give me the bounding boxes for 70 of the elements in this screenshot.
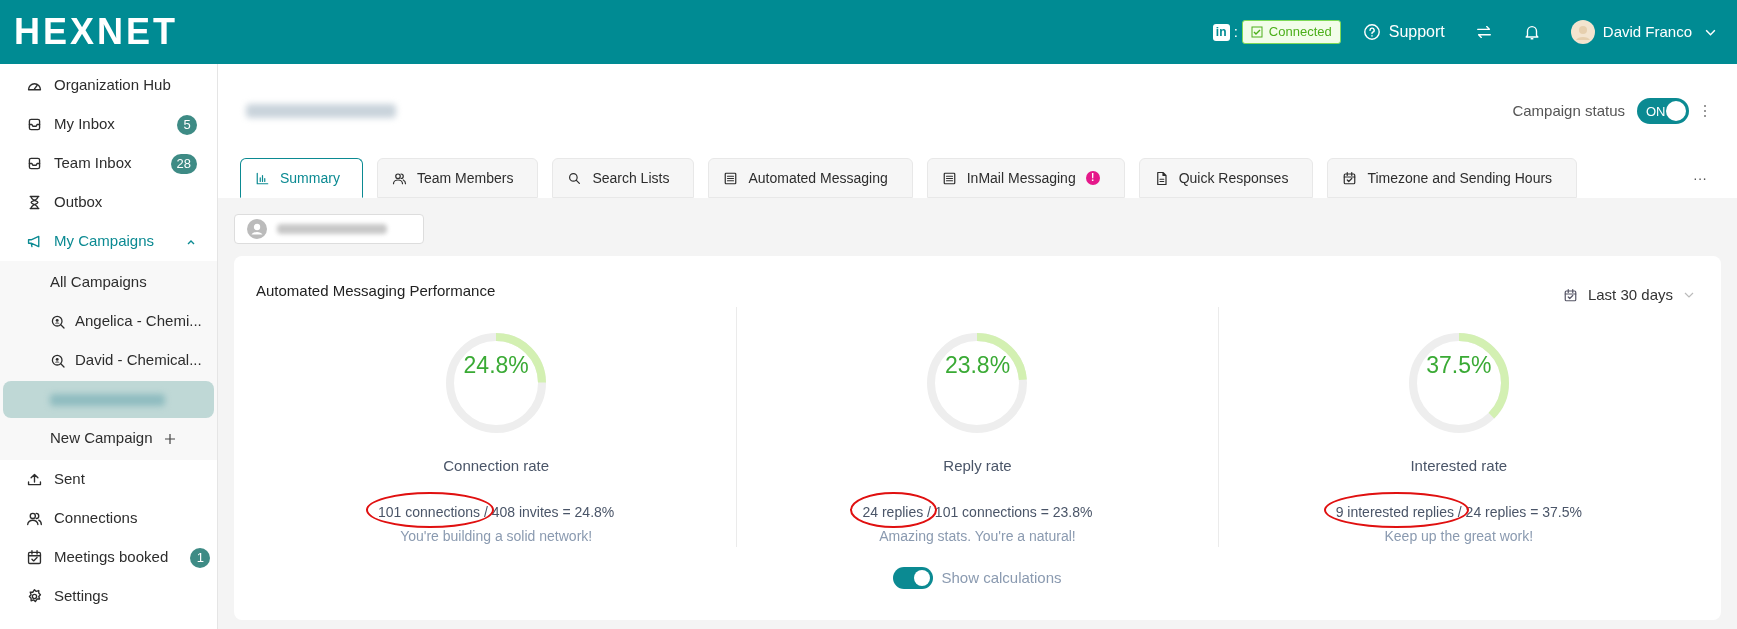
user-search-icon (50, 313, 66, 330)
gauge-value: 23.8% (944, 350, 1011, 380)
card-title: Automated Messaging Performance (256, 281, 496, 301)
toggle-switch[interactable]: ON (1637, 98, 1689, 124)
tab[interactable]: Timezone and Sending Hours (1327, 158, 1578, 198)
avatar-icon (1570, 20, 1595, 44)
settings-icon (26, 588, 43, 605)
sidebar-item[interactable]: Team Inbox 28 (0, 144, 217, 183)
sidebar-item[interactable]: My Inbox 5 (0, 105, 217, 144)
people-icon (391, 170, 407, 186)
more-icon[interactable] (1703, 104, 1707, 118)
logo[interactable]: HEXNET (14, 5, 179, 59)
sidebar-item[interactable]: Meetings booked 1 (0, 538, 217, 577)
user-search-icon (50, 352, 66, 369)
connected-badge: Connected (1241, 20, 1341, 44)
calendar-icon (1562, 287, 1578, 303)
campaign-status-label: Campaign status (1512, 100, 1625, 121)
calendar-icon (26, 549, 43, 566)
inbox-icon (26, 116, 43, 133)
sidebar-item[interactable]: Settings (0, 577, 217, 616)
show-calculations-label: Show calculations (941, 567, 1062, 588)
campaign-item[interactable]: Angelica - Chemi... (3, 303, 214, 340)
list-icon (941, 170, 957, 186)
gauge-value: 37.5% (1426, 350, 1492, 380)
toggle-switch[interactable] (893, 566, 934, 589)
tab[interactable]: Quick Responses (1138, 158, 1314, 198)
tab[interactable]: Team Members (376, 158, 539, 198)
metric-label: Interested rate (1410, 456, 1508, 476)
sidebar-item[interactable]: Sent (0, 460, 217, 499)
search-icon (567, 170, 583, 186)
campaign-item[interactable]: New Campaign (3, 420, 214, 457)
comment-text: You're building a solid network! (400, 526, 593, 546)
avatar-icon (247, 219, 267, 239)
sidebar-group[interactable]: My Campaigns (0, 222, 217, 261)
sidebar-item[interactable]: Outbox (0, 183, 217, 222)
campaign-item[interactable]: All Campaigns (3, 264, 214, 301)
date-range-dropdown[interactable]: Last 30 days (1562, 284, 1695, 307)
calculation-text: 101 connections / 408 invites = 24.8% (378, 503, 615, 520)
tab[interactable]: Automated Messaging (708, 158, 913, 198)
metric-label: Reply rate (943, 456, 1012, 476)
tab[interactable]: Summary (240, 158, 363, 198)
linkedin-icon: in (1212, 23, 1230, 41)
metric-label: Connection rate (443, 456, 550, 476)
list-icon (723, 170, 739, 186)
chart-icon (255, 170, 270, 186)
user-menu[interactable]: David Franco (1570, 20, 1717, 44)
calculation-text: 24 replies / 101 connections = 23.8% (862, 503, 1093, 520)
alert-badge: ! (1085, 171, 1100, 185)
separator-text: : (1233, 21, 1238, 42)
campaign-item[interactable]: David - Chemical... (3, 342, 214, 379)
tab[interactable]: Search Lists (552, 158, 695, 198)
swap-icon[interactable] (1474, 23, 1493, 41)
count-badge: 28 (170, 153, 197, 174)
help-icon (1362, 23, 1381, 41)
gauge-value: 24.8% (463, 350, 529, 380)
inbox-icon (26, 155, 43, 172)
people-icon (26, 510, 43, 527)
sidebar-item[interactable]: Connections (0, 499, 217, 538)
check-icon (1250, 26, 1263, 38)
support-button[interactable]: Support (1362, 20, 1445, 44)
sidebar-item[interactable]: Organization Hub (0, 66, 217, 105)
comment-text: Amazing stats. You're a natural! (879, 526, 1076, 546)
plus-icon (163, 432, 176, 445)
upload-icon (26, 471, 43, 488)
comment-text: Keep up the great work! (1384, 526, 1534, 546)
calendar-icon (1342, 170, 1358, 186)
tab[interactable]: InMail Messaging ! (926, 158, 1125, 198)
count-badge: 5 (177, 114, 197, 135)
count-badge: 1 (190, 547, 211, 568)
calculation-text: 9 interested replies / 24 replies = 37.5% (1335, 503, 1582, 520)
